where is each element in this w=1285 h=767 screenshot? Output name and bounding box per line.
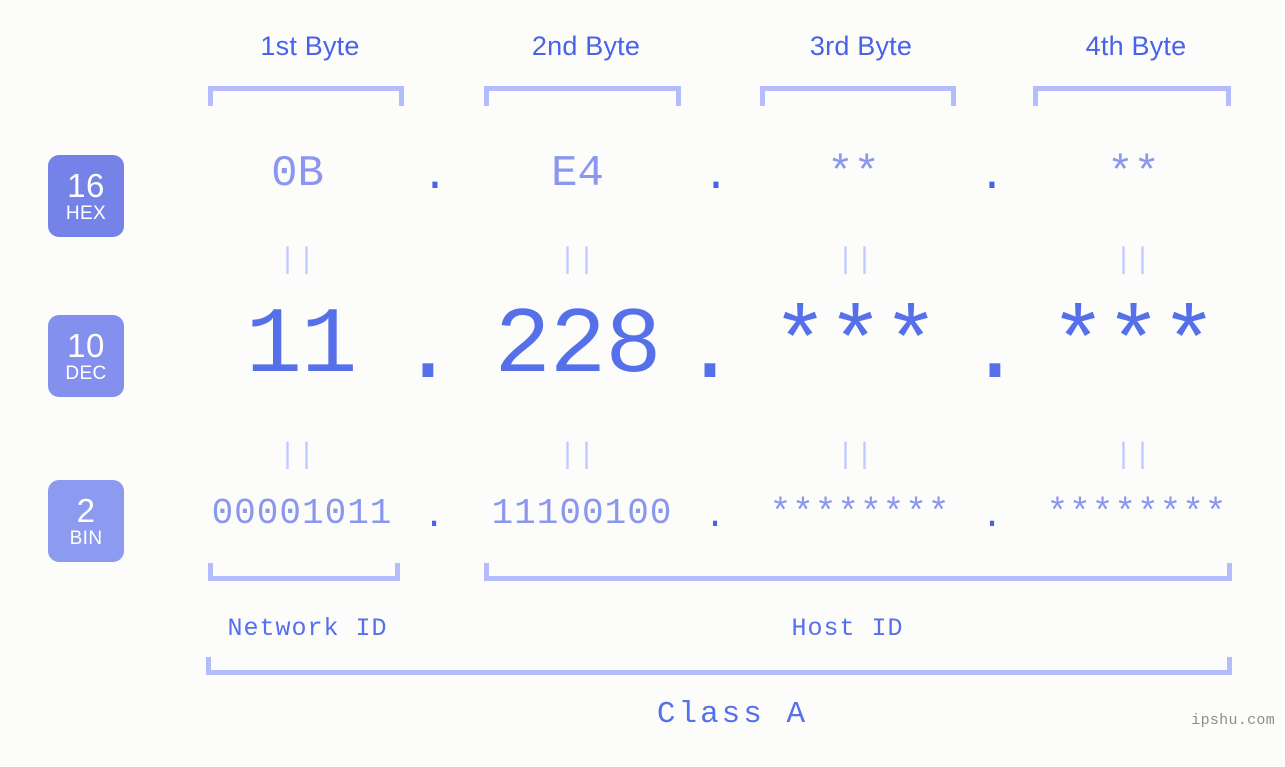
bin-separator-3: .: [981, 496, 1003, 537]
ip-address-breakdown-diagram: 1st Byte 2nd Byte 3rd Byte 4th Byte 16 H…: [0, 0, 1285, 767]
hex-byte-3: **: [827, 149, 880, 199]
site-watermark: ipshu.com: [1191, 712, 1275, 729]
equivalence-connector-hexdec-4: ||: [1114, 244, 1153, 278]
hex-separator-3: .: [978, 152, 1006, 202]
dec-byte-2: 228: [494, 294, 661, 400]
radix-badge-hex: 16 HEX: [48, 155, 124, 237]
bin-byte-3: ********: [769, 493, 951, 534]
byte-bracket-3: [760, 86, 956, 106]
byte-header-2: 2nd Byte: [531, 31, 641, 61]
radix-badge-dec-name: DEC: [65, 363, 107, 384]
byte-bracket-1: [208, 86, 404, 106]
byte-header-4: 4th Byte: [1085, 31, 1187, 61]
byte-bracket-2: [484, 86, 681, 106]
dec-byte-3: ***: [771, 294, 939, 400]
equivalence-connector-hexdec-1: ||: [278, 244, 317, 278]
dec-byte-1: 11: [245, 294, 358, 400]
radix-badge-bin: 2 BIN: [48, 480, 124, 562]
hex-separator-1: .: [421, 152, 449, 202]
equivalence-connector-decbin-2: ||: [558, 439, 597, 473]
dec-byte-4: ***: [1049, 294, 1217, 400]
byte-header-1: 1st Byte: [260, 31, 360, 61]
hex-byte-4: **: [1107, 149, 1160, 199]
radix-badge-dec-number: 10: [67, 327, 105, 364]
byte-bracket-4: [1033, 86, 1231, 106]
equivalence-connector-decbin-1: ||: [278, 439, 317, 473]
host-id-bracket: [484, 563, 1232, 581]
dec-separator-2: .: [681, 300, 739, 406]
equivalence-connector-decbin-4: ||: [1114, 439, 1153, 473]
equivalence-connector-hexdec-3: ||: [836, 244, 875, 278]
class-bracket: [206, 657, 1232, 675]
bin-byte-2: 11100100: [491, 493, 673, 534]
dec-separator-3: .: [966, 300, 1024, 406]
radix-badge-dec: 10 DEC: [48, 315, 124, 397]
equivalence-connector-decbin-3: ||: [836, 439, 875, 473]
dec-separator-1: .: [399, 300, 457, 406]
bin-separator-2: .: [704, 496, 726, 537]
network-id-bracket: [208, 563, 400, 581]
radix-badge-hex-name: HEX: [65, 203, 107, 224]
equivalence-connector-hexdec-2: ||: [558, 244, 597, 278]
class-label: Class A: [656, 697, 809, 732]
byte-header-3: 3rd Byte: [809, 31, 913, 61]
radix-badge-bin-name: BIN: [69, 528, 103, 549]
hex-byte-2: E4: [551, 149, 604, 199]
network-id-label: Network ID: [227, 614, 388, 643]
bin-byte-4: ********: [1046, 493, 1228, 534]
bin-separator-1: .: [423, 496, 445, 537]
radix-badge-hex-number: 16: [67, 167, 105, 204]
host-id-label: Host ID: [791, 614, 904, 643]
hex-byte-1: 0B: [271, 149, 324, 199]
hex-separator-2: .: [702, 152, 730, 202]
radix-badge-bin-number: 2: [76, 492, 96, 529]
bin-byte-1: 00001011: [211, 493, 393, 534]
